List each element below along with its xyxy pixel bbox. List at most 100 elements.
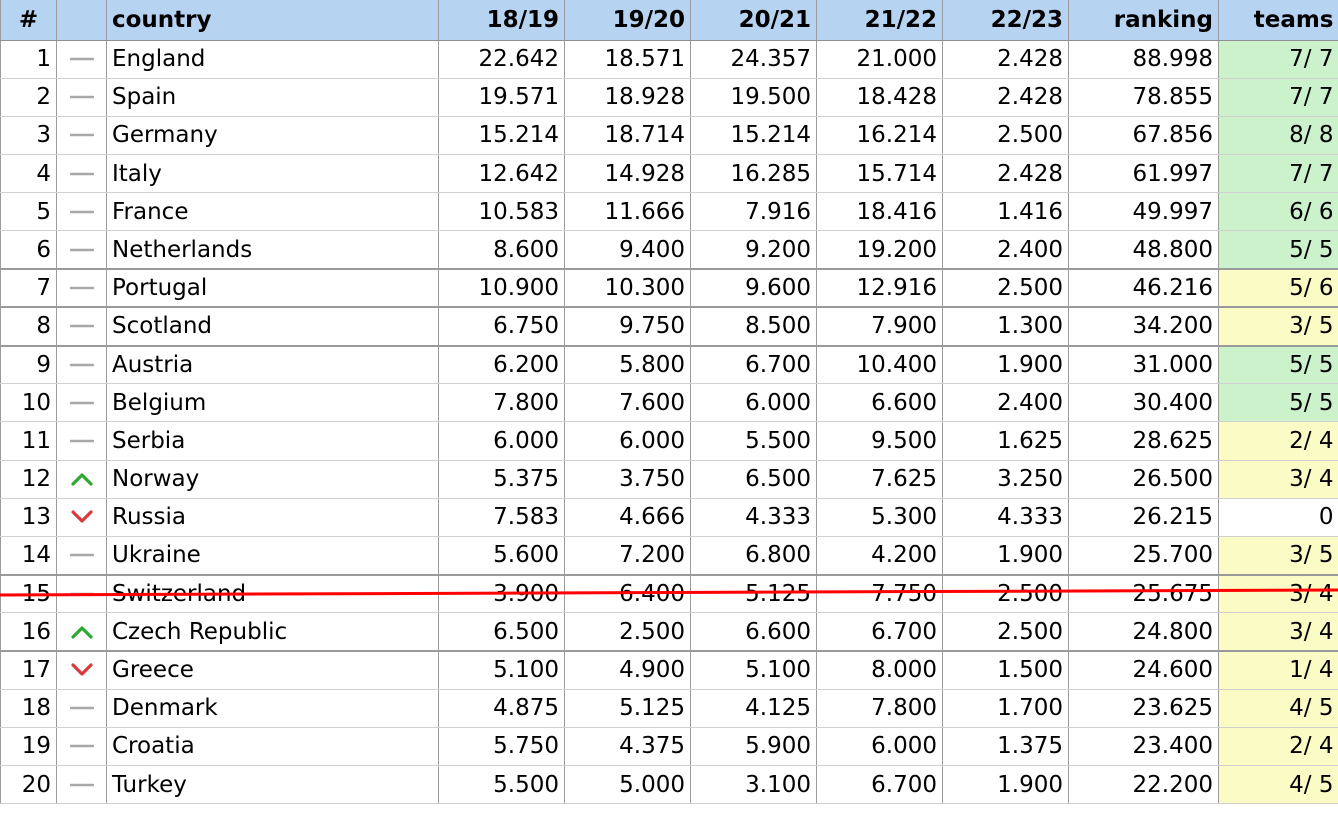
ranking-cell: 30.400: [1068, 383, 1219, 423]
country-cell[interactable]: Italy: [106, 154, 439, 194]
season-18-19-cell: 5.750: [438, 727, 565, 767]
country-cell[interactable]: Belgium: [106, 383, 439, 423]
country-cell[interactable]: Greece: [106, 651, 439, 690]
header-country[interactable]: country: [106, 0, 439, 41]
country-cell[interactable]: Denmark: [106, 689, 439, 728]
header-season-18-19[interactable]: 18/19: [438, 0, 565, 41]
season-22-23-cell: 2.428: [942, 78, 1069, 117]
country-cell[interactable]: Norway: [106, 460, 439, 499]
table-row[interactable]: 8 Scotland 6.750 9.750 8.500 7.900 1.300 34.200…: [0, 307, 1338, 347]
table-row[interactable]: 16 Czech Republic 6.500 2.500 6.600 6.700 2.50…: [0, 612, 1338, 653]
header-teams[interactable]: teams: [1218, 0, 1338, 41]
country-cell[interactable]: Netherlands: [106, 230, 439, 271]
season-18-19-cell: 8.600: [438, 230, 565, 271]
rank-cell: 20: [0, 765, 57, 805]
season-20-21-cell: 5.500: [690, 421, 817, 461]
table-row[interactable]: 14 Ukraine 5.600 7.200 6.800 4.200 1.900 25.700…: [0, 536, 1338, 576]
country-cell[interactable]: France: [106, 192, 439, 232]
header-trend: [56, 0, 107, 41]
header-season-22-23[interactable]: 22/23: [942, 0, 1069, 41]
ranking-cell: 48.800: [1068, 230, 1219, 271]
country-cell[interactable]: Ukraine: [106, 536, 439, 576]
table-row[interactable]: 3 Germany 15.214 18.714 15.214 16.214 2.500 67.…: [0, 116, 1338, 156]
table-row[interactable]: 19 Croatia 5.750 4.375 5.900 6.000 1.375 23.400…: [0, 727, 1338, 767]
ranking-cell: 26.500: [1068, 460, 1219, 499]
season-21-22-cell: 5.300: [816, 498, 943, 537]
country-cell[interactable]: Serbia: [106, 421, 439, 461]
table-row[interactable]: 18 Denmark 4.875 5.125 4.125 7.800 1.700 23.625…: [0, 689, 1338, 728]
teams-cell: 7/ 7: [1218, 154, 1338, 194]
country-cell[interactable]: Portugal: [106, 269, 439, 309]
country-cell[interactable]: Turkey: [106, 765, 439, 805]
country-cell[interactable]: Switzerland: [106, 574, 439, 614]
header-season-20-21[interactable]: 20/21: [690, 0, 817, 41]
table-row[interactable]: 2 Spain 19.571 18.928 19.500 18.428 2.428 78.85…: [0, 78, 1338, 117]
season-20-21-cell: 4.125: [690, 689, 817, 728]
rank-cell: 5: [0, 192, 57, 232]
table-row[interactable]: 15 Switzerland 3.900 6.400 5.125 7.750 2.500 25…: [0, 574, 1338, 614]
season-21-22-cell: 4.200: [816, 536, 943, 576]
trend-dash-icon: [56, 269, 107, 309]
season-21-22-cell: 7.800: [816, 689, 943, 728]
ranking-cell: 23.400: [1068, 727, 1219, 767]
teams-cell: 0: [1218, 498, 1338, 537]
table-row[interactable]: 20 Turkey 5.500 5.000 3.100 6.700 1.900 22.200 4…: [0, 765, 1338, 805]
rank-cell: 7: [0, 269, 57, 309]
country-cell[interactable]: Germany: [106, 116, 439, 156]
country-cell[interactable]: Czech Republic: [106, 612, 439, 653]
season-19-20-cell: 2.500: [564, 612, 691, 653]
season-18-19-cell: 5.100: [438, 651, 565, 690]
table-row[interactable]: 5 France 10.583 11.666 7.916 18.416 1.416 49.99…: [0, 192, 1338, 232]
teams-cell: 3/ 4: [1218, 612, 1338, 653]
table-row[interactable]: 1 England 22.642 18.571 24.357 21.000 2.428 88.…: [0, 40, 1338, 79]
season-21-22-cell: 6.000: [816, 727, 943, 767]
table-row[interactable]: 11 Serbia 6.000 6.000 5.500 9.500 1.625 28.625 2…: [0, 421, 1338, 461]
teams-cell: 5/ 5: [1218, 230, 1338, 271]
trend-dash-icon: [56, 421, 107, 461]
season-21-22-cell: 6.700: [816, 765, 943, 805]
header-season-21-22[interactable]: 21/22: [816, 0, 943, 41]
table-body: 1 England 22.642 18.571 24.357 21.000 2.428 88.…: [0, 40, 1338, 805]
teams-cell: 3/ 4: [1218, 460, 1338, 499]
table-row[interactable]: 6 Netherlands 8.600 9.400 9.200 19.200 2.400 48…: [0, 230, 1338, 271]
season-19-20-cell: 9.400: [564, 230, 691, 271]
table-row[interactable]: 4 Italy 12.642 14.928 16.285 15.714 2.428 61.99…: [0, 154, 1338, 194]
season-21-22-cell: 10.400: [816, 345, 943, 385]
header-ranking[interactable]: ranking: [1068, 0, 1219, 41]
header-season-19-20[interactable]: 19/20: [564, 0, 691, 41]
table-row[interactable]: 17 Greece 5.100 4.900 5.100 8.000 1.500 24.600 1…: [0, 651, 1338, 690]
table-row[interactable]: 10 Belgium 7.800 7.600 6.000 6.600 2.400 30.400…: [0, 383, 1338, 423]
table-row[interactable]: 7 Portugal 10.900 10.300 9.600 12.916 2.500 46.…: [0, 269, 1338, 309]
trend-down-arrow-icon: [56, 498, 107, 537]
season-22-23-cell: 2.500: [942, 269, 1069, 309]
trend-up-arrow-icon: [56, 460, 107, 499]
season-18-19-cell: 6.750: [438, 307, 565, 347]
country-cell[interactable]: Scotland: [106, 307, 439, 347]
season-19-20-cell: 14.928: [564, 154, 691, 194]
ranking-cell: 24.600: [1068, 651, 1219, 690]
season-18-19-cell: 6.200: [438, 345, 565, 385]
season-19-20-cell: 18.928: [564, 78, 691, 117]
table-row[interactable]: 13 Russia 7.583 4.666 4.333 5.300 4.333 26.215 0: [0, 498, 1338, 537]
table-row[interactable]: 12 Norway 5.375 3.750 6.500 7.625 3.250 26.500 3…: [0, 460, 1338, 499]
table-row[interactable]: 9 Austria 6.200 5.800 6.700 10.400 1.900 31.000…: [0, 345, 1338, 385]
ranking-cell: 25.700: [1068, 536, 1219, 576]
header-rank[interactable]: #: [0, 0, 57, 41]
country-cell[interactable]: England: [106, 40, 439, 79]
trend-dash-icon: [56, 574, 107, 614]
teams-cell: 7/ 7: [1218, 40, 1338, 79]
season-21-22-cell: 18.416: [816, 192, 943, 232]
season-22-23-cell: 3.250: [942, 460, 1069, 499]
ranking-cell: 25.675: [1068, 574, 1219, 614]
season-22-23-cell: 2.400: [942, 230, 1069, 271]
country-cell[interactable]: Austria: [106, 345, 439, 385]
season-20-21-cell: 15.214: [690, 116, 817, 156]
country-cell[interactable]: Croatia: [106, 727, 439, 767]
season-22-23-cell: 1.900: [942, 536, 1069, 576]
season-18-19-cell: 5.600: [438, 536, 565, 576]
country-cell[interactable]: Spain: [106, 78, 439, 117]
season-22-23-cell: 1.900: [942, 345, 1069, 385]
season-19-20-cell: 11.666: [564, 192, 691, 232]
country-cell[interactable]: Russia: [106, 498, 439, 537]
season-22-23-cell: 2.500: [942, 574, 1069, 614]
